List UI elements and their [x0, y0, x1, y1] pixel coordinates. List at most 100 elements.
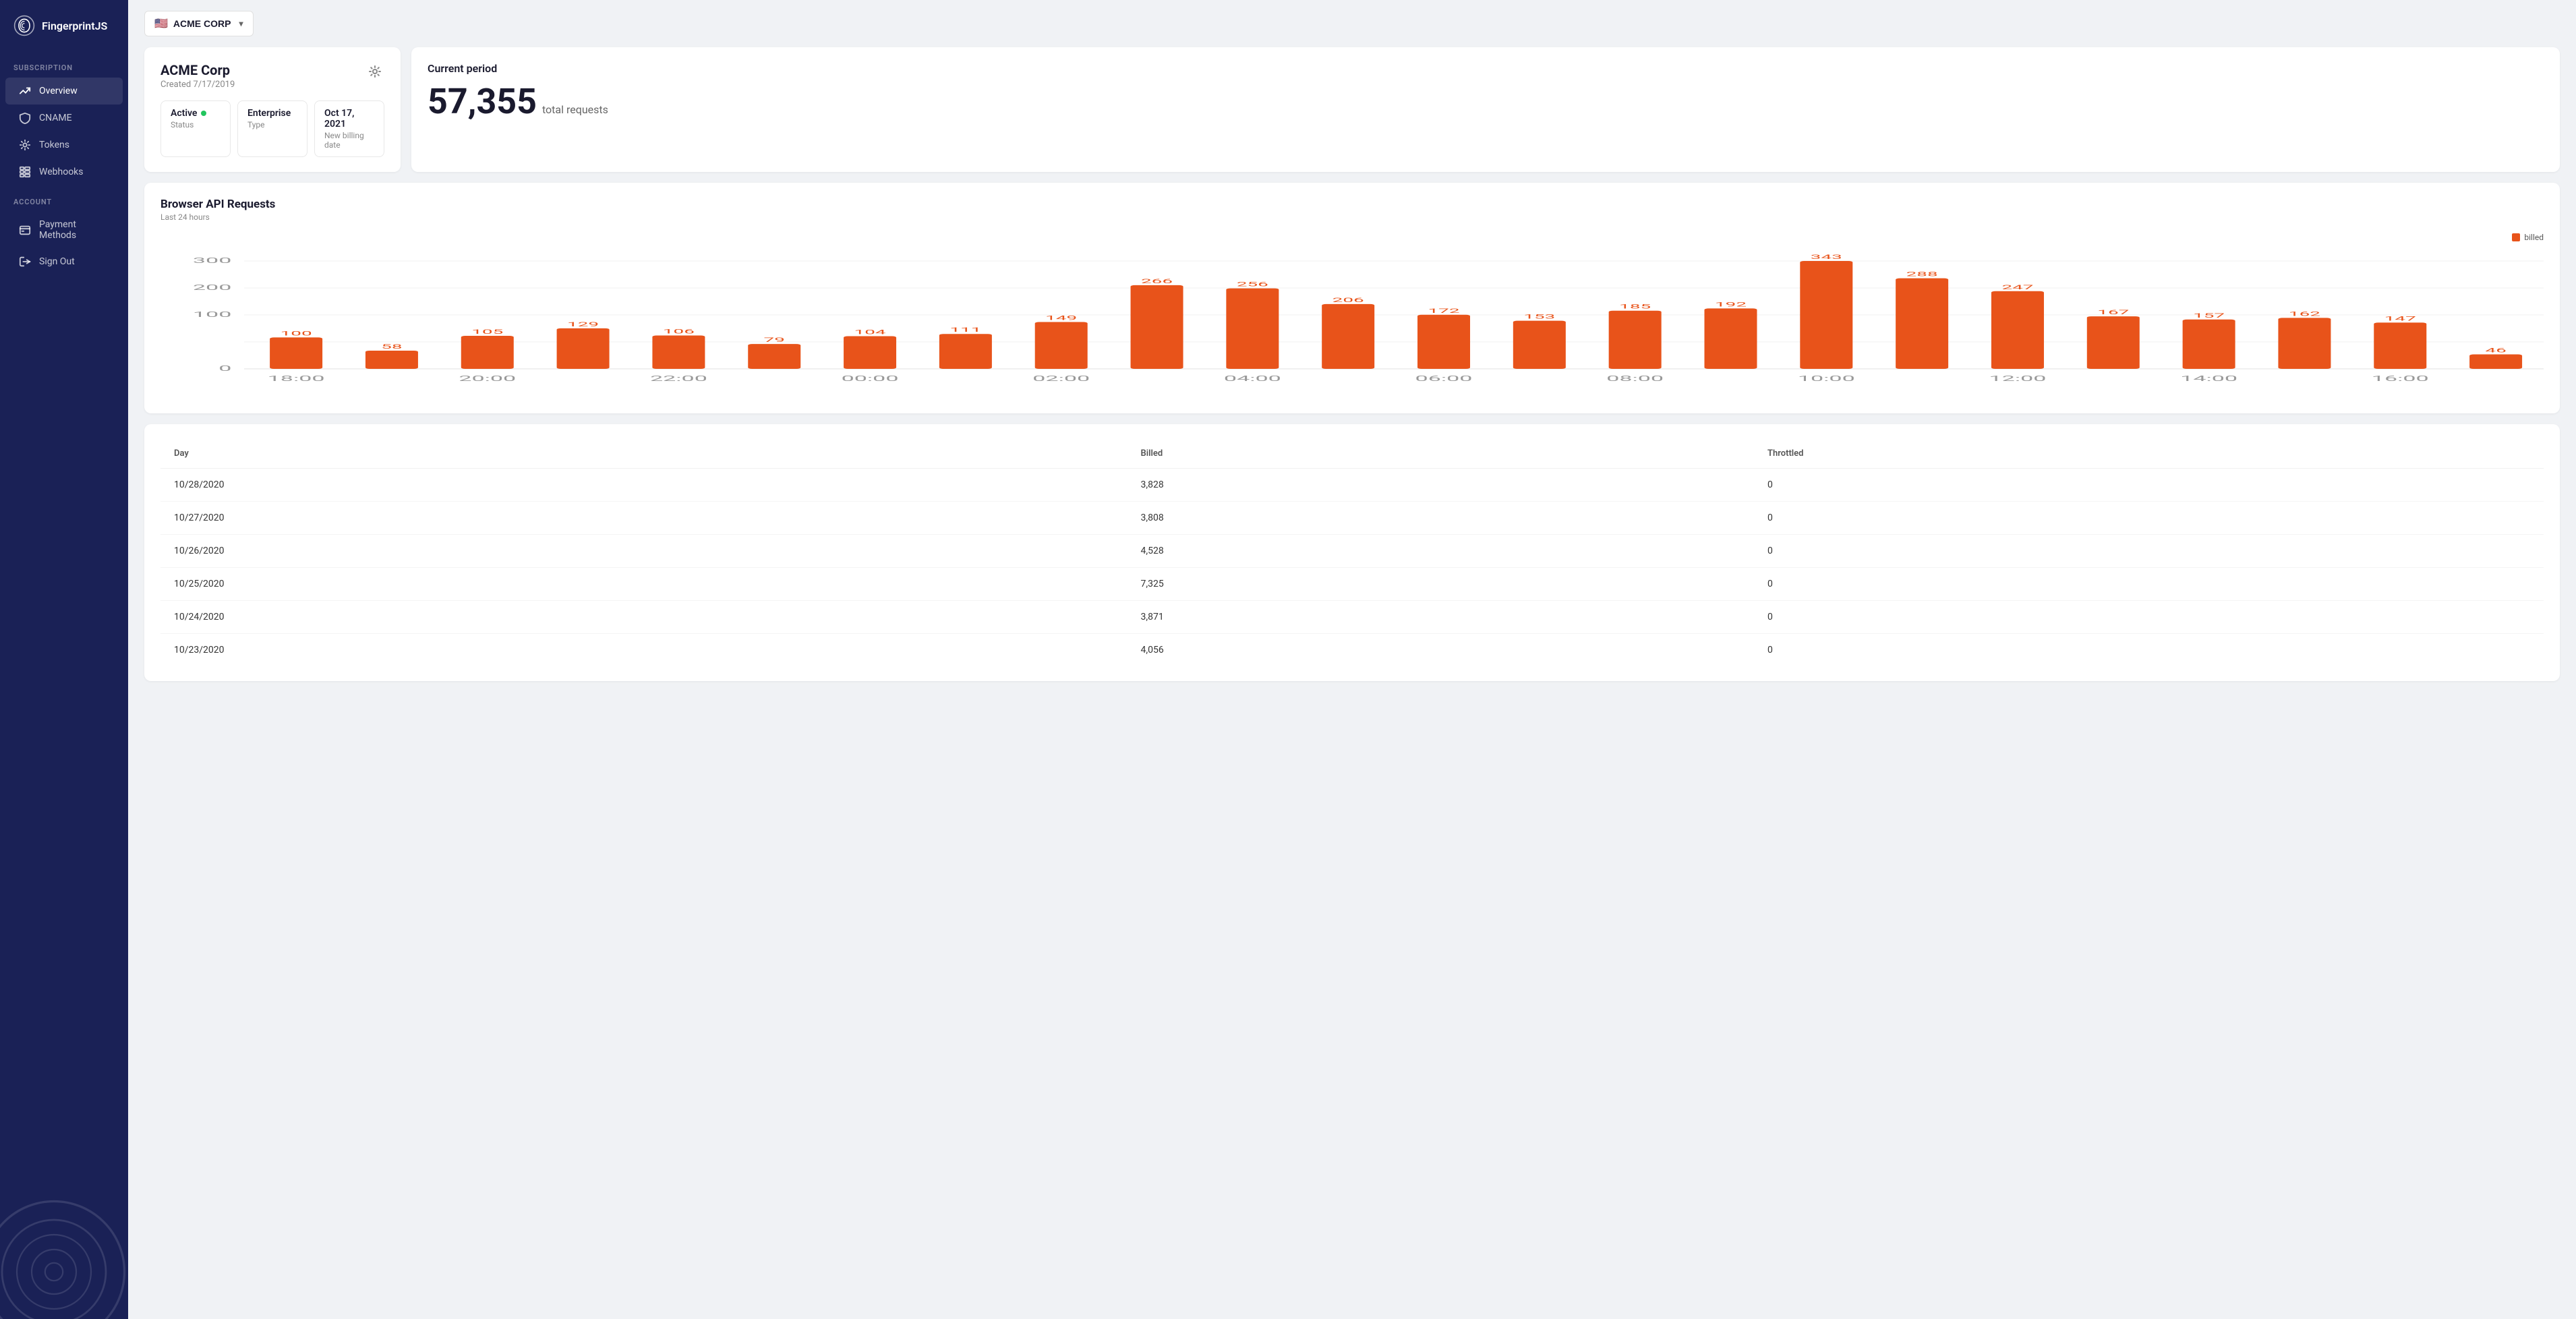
card-icon: [19, 224, 31, 236]
type-value: Enterprise: [247, 108, 297, 119]
bar: [1800, 261, 1852, 369]
bar-value-label: 266: [1141, 278, 1173, 285]
table-row: 10/28/20203,8280: [160, 469, 2544, 502]
bar-value-label: 58: [381, 343, 402, 350]
bar: [1131, 285, 1183, 369]
table-row: 10/26/20204,5280: [160, 535, 2544, 568]
sidebar-item-label: Sign Out: [39, 256, 75, 267]
cell-throttled: 0: [1754, 601, 2544, 634]
account-badges: Active Status Enterprise Type Oct 17, 20…: [160, 100, 384, 157]
svg-text:200: 200: [193, 283, 231, 292]
bar-value-label: 167: [2097, 309, 2129, 316]
legend-billed-label: billed: [2524, 233, 2544, 242]
sidebar-item-tokens[interactable]: Tokens: [5, 131, 123, 158]
bar: [844, 336, 896, 369]
org-name: ACME CORP: [173, 18, 231, 29]
bar: [270, 337, 322, 369]
x-axis-label: 20:00: [459, 374, 516, 383]
col-day: Day: [160, 439, 1128, 469]
bar: [2087, 316, 2140, 369]
table-row: 10/25/20207,3250: [160, 568, 2544, 601]
sidebar-item-signout[interactable]: Sign Out: [5, 248, 123, 275]
chart-title: Browser API Requests: [160, 198, 2544, 211]
bar-value-label: 256: [1237, 281, 1268, 288]
chart-subtitle: Last 24 hours: [160, 212, 2544, 222]
account-card: ACME Corp Created 7/17/2019 Active: [144, 47, 401, 172]
main-content: 🇺🇸 ACME CORP ▾ ACME Corp Created 7/17/20…: [128, 0, 2576, 1319]
bar: [1609, 311, 1662, 369]
current-period-title: Current period: [428, 62, 2544, 75]
bar: [1226, 289, 1279, 369]
sidebar-bg-decoration: [0, 1198, 128, 1319]
bar-value-label: 129: [567, 321, 599, 328]
cell-billed: 3,828: [1128, 469, 1754, 502]
sidebar-item-overview[interactable]: Overview: [5, 78, 123, 105]
sidebar-item-label: CNAME: [39, 113, 72, 123]
bar: [1513, 321, 1566, 369]
bar: [1417, 315, 1470, 369]
table-row: 10/24/20203,8710: [160, 601, 2544, 634]
type-badge-box: Enterprise Type: [237, 100, 308, 157]
account-created: Created 7/17/2019: [160, 80, 235, 90]
account-section-label: ACCOUNT: [0, 185, 128, 212]
grid-icon: [19, 166, 31, 178]
x-axis-label: 14:00: [2180, 374, 2237, 383]
account-name: ACME Corp: [160, 62, 235, 78]
table-row: 10/27/20203,8080: [160, 502, 2544, 535]
type-label: Type: [247, 120, 297, 129]
sidebar-item-label: Tokens: [39, 140, 69, 150]
status-value: Active: [171, 108, 221, 119]
bar-value-label: 46: [2485, 347, 2506, 354]
sidebar-item-cname[interactable]: CNAME: [5, 105, 123, 131]
cell-day: 10/28/2020: [160, 469, 1128, 502]
cell-billed: 7,325: [1128, 568, 1754, 601]
bar-value-label: 111: [949, 326, 981, 333]
bar: [652, 336, 705, 369]
bar-value-label: 153: [1523, 314, 1555, 320]
account-info: ACME Corp Created 7/17/2019: [160, 62, 235, 90]
signout-icon: [19, 256, 31, 268]
cell-day: 10/24/2020: [160, 601, 1128, 634]
bar: [1991, 291, 2044, 369]
bar: [2374, 322, 2426, 369]
bar-value-label: 104: [854, 329, 886, 336]
billing-label: New billing date: [324, 131, 374, 150]
x-axis-label: 08:00: [1606, 374, 1664, 383]
org-selector-button[interactable]: 🇺🇸 ACME CORP ▾: [144, 11, 254, 36]
bar: [939, 334, 992, 369]
cell-billed: 3,871: [1128, 601, 1754, 634]
cell-throttled: 0: [1754, 469, 2544, 502]
bar-value-label: 157: [2193, 312, 2225, 319]
requests-label: total requests: [542, 103, 608, 116]
x-axis-label: 06:00: [1415, 374, 1473, 383]
sidebar-section-account: ACCOUNT Payment Methods Sign Out: [0, 185, 128, 275]
requests-table: Day Billed Throttled 10/28/20203,828010/…: [160, 439, 2544, 666]
topbar: 🇺🇸 ACME CORP ▾: [128, 0, 2576, 47]
brand-name: FingerprintJS: [42, 20, 107, 32]
x-axis-label: 10:00: [1798, 374, 1855, 383]
requests-number: 57,355: [428, 84, 537, 119]
subscription-section-label: SUBSCRIPTION: [0, 51, 128, 78]
billing-value: Oct 17, 2021: [324, 108, 374, 129]
settings-button[interactable]: [365, 62, 384, 83]
col-throttled: Throttled: [1754, 439, 2544, 469]
brand-logo: FingerprintJS: [0, 0, 128, 51]
x-axis-label: 12:00: [1989, 374, 2047, 383]
bar: [365, 351, 418, 369]
bar-chart: 300 200 100 0 10058105129106791041111492…: [160, 247, 2544, 396]
sidebar-item-webhooks[interactable]: Webhooks: [5, 158, 123, 185]
bar: [461, 336, 514, 369]
bar-value-label: 105: [471, 328, 503, 335]
sidebar-item-payment[interactable]: Payment Methods: [5, 212, 123, 248]
bar-value-label: 192: [1715, 301, 1747, 308]
sidebar: FingerprintJS SUBSCRIPTION Overview CNAM…: [0, 0, 128, 1319]
bar-value-label: 147: [2384, 316, 2416, 322]
bar: [1035, 322, 1088, 369]
cell-day: 10/27/2020: [160, 502, 1128, 535]
cell-day: 10/23/2020: [160, 634, 1128, 667]
legend-billed-dot: [2512, 233, 2520, 241]
bar: [1322, 304, 1374, 369]
x-axis-label: 00:00: [842, 374, 899, 383]
cell-throttled: 0: [1754, 502, 2544, 535]
cell-throttled: 0: [1754, 535, 2544, 568]
